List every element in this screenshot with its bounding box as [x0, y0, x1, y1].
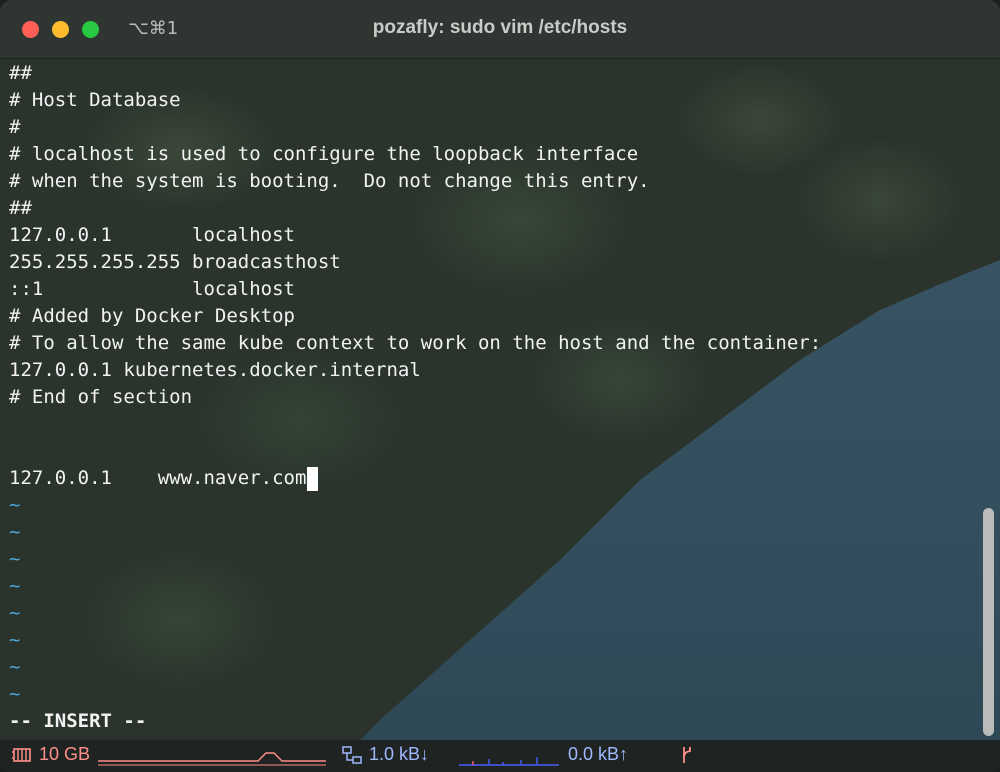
network-graph [459, 757, 559, 766]
empty-line-tilde: ~ [9, 548, 21, 570]
editor-line[interactable]: # localhost is used to configure the loo… [9, 141, 638, 168]
memory-icon [12, 748, 31, 762]
editor-line[interactable]: ## [9, 60, 32, 87]
editor-line[interactable]: # when the system is booting. Do not cha… [9, 168, 650, 195]
empty-line-tilde: ~ [9, 521, 21, 543]
editor-line[interactable]: # Added by Docker Desktop [9, 303, 295, 330]
editor-line[interactable]: 127.0.0.1 localhost [9, 222, 295, 249]
editor-line[interactable]: 127.0.0.1 kubernetes.docker.internal [9, 357, 421, 384]
network-upload-rate: 0.0 kB↑ [568, 744, 629, 764]
current-line-text[interactable]: 127.0.0.1 www.naver.com [9, 467, 306, 489]
empty-line-tilde: ~ [9, 602, 21, 624]
text-cursor [307, 466, 319, 491]
empty-line-tilde: ~ [9, 494, 21, 516]
editor-line[interactable]: 255.255.255.255 broadcasthost [9, 249, 341, 276]
empty-line-tilde: ~ [9, 575, 21, 597]
network-download-rate: 1.0 kB↓ [369, 744, 430, 764]
memory-usage: 10 GB [39, 744, 91, 764]
status-bar: 10 GB 1.0 kB↓ 0.0 kB↑ [0, 740, 1000, 772]
title-bar[interactable]: ⌥⌘1 pozafly: sudo vim /etc/hosts [0, 0, 1000, 59]
editor-line[interactable]: # To allow the same kube context to work… [9, 330, 821, 357]
editor-line[interactable]: # End of section [9, 384, 192, 411]
editor-line[interactable]: ## [9, 195, 32, 222]
window-title: pozafly: sudo vim /etc/hosts [372, 17, 628, 38]
empty-line-tilde: ~ [9, 656, 21, 678]
git-branch-icon [683, 747, 691, 763]
editor-line[interactable]: # Host Database [9, 87, 181, 114]
terminal-window: ⌥⌘1 pozafly: sudo vim /etc/hosts ## # Ho… [0, 0, 1000, 772]
empty-line-tilde: ~ [9, 629, 21, 651]
editor-line[interactable]: ::1 localhost [9, 276, 295, 303]
editor-line[interactable]: # [9, 114, 20, 141]
empty-line-tilde: ~ [9, 683, 21, 705]
memory-graph [98, 752, 326, 766]
vim-mode-indicator: -- INSERT -- [9, 710, 147, 732]
scrollbar-thumb[interactable] [983, 508, 994, 736]
editor-line-current[interactable]: 127.0.0.1 www.naver.com [9, 465, 319, 492]
vim-editor[interactable]: ## # Host Database # # localhost is used… [9, 60, 979, 740]
network-icon [342, 746, 362, 764]
